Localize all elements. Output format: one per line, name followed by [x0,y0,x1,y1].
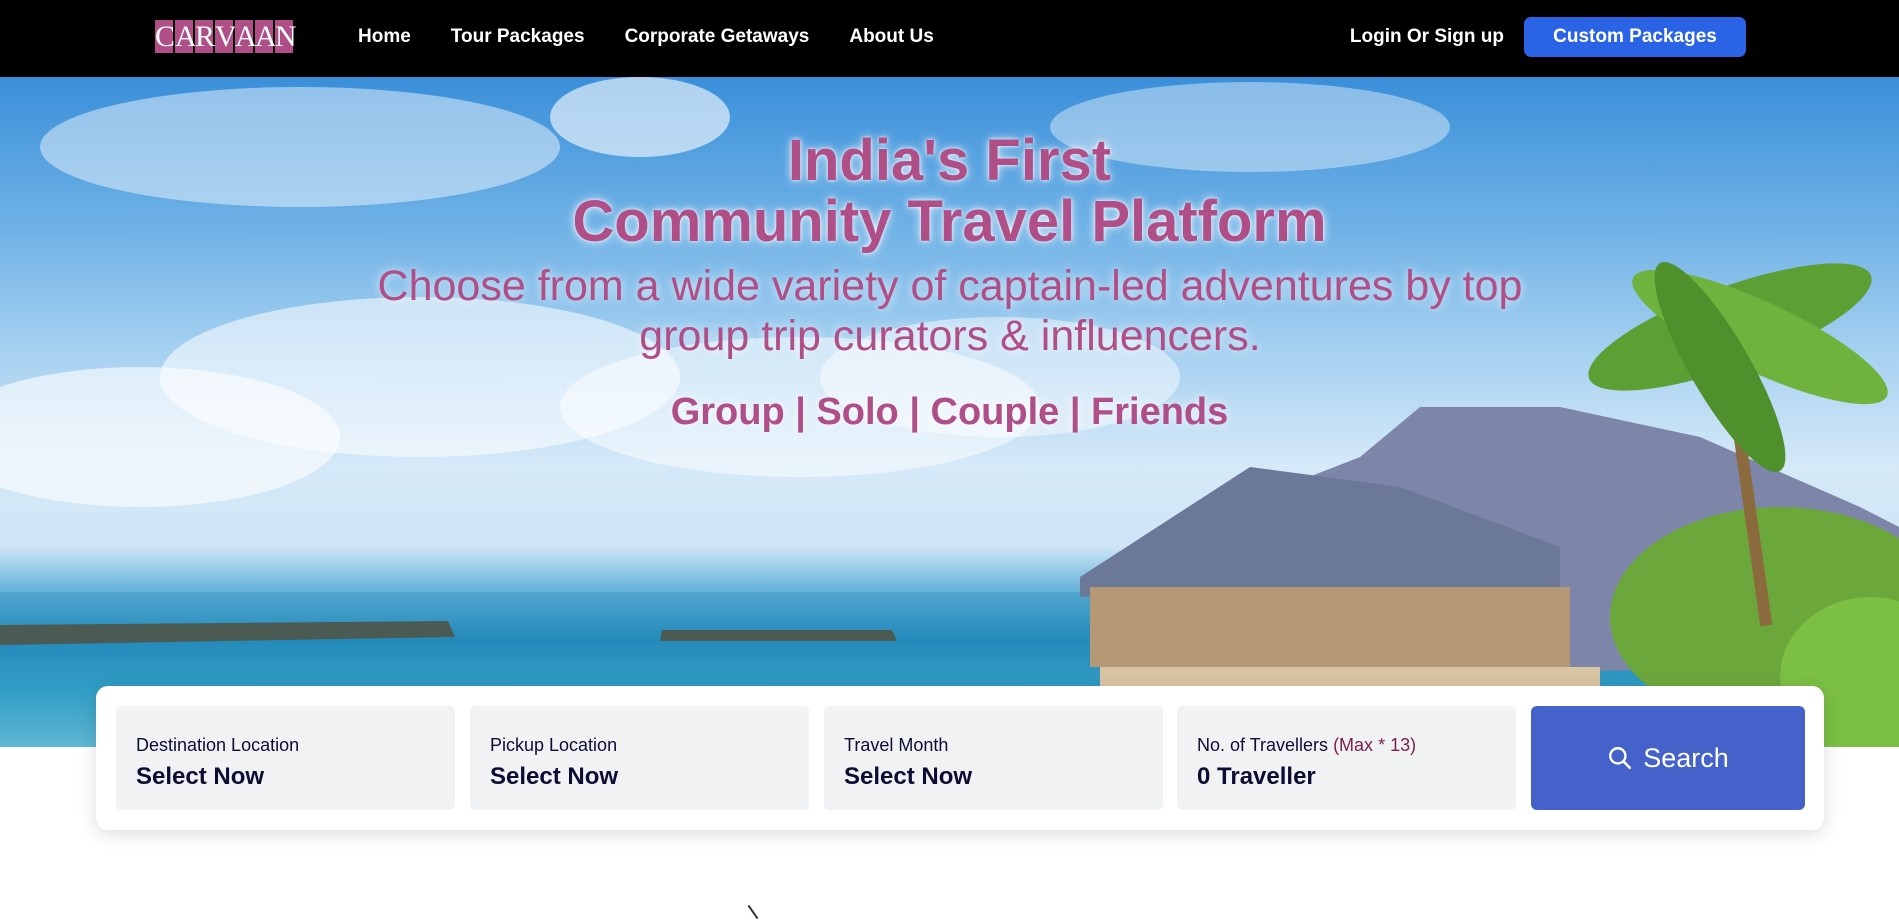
field-value: Select Now [844,763,973,790]
hero-subtitle: Choose from a wide variety of captain-le… [377,262,1523,360]
top-navbar: C A R V A A N Home Tour Packages Corpora… [0,0,1899,77]
hero-title-line2: Community Travel Platform [572,189,1327,254]
main-nav: Home Tour Packages Corporate Getaways Ab… [358,26,934,48]
logo-letter: A [175,20,197,53]
logo-letter: R [195,20,216,53]
carvaan-logo[interactable]: C A R V A A N [155,20,297,53]
logo-letter: A [255,20,277,53]
login-signup-link[interactable]: Login Or Sign up [1350,26,1504,48]
logo-letter: N [275,20,297,53]
nav-link-home[interactable]: Home [358,26,411,48]
pickup-location-field[interactable]: Pickup Location Select Now [470,706,809,810]
decorative-mark [747,904,759,920]
search-button-label: Search [1643,742,1729,773]
field-value: Select Now [136,763,265,790]
travellers-count-field[interactable]: No. of Travellers (Max * 13) 0 Traveller [1177,706,1516,810]
destination-location-field[interactable]: Destination Location Select Now [116,706,455,810]
field-value: Select Now [490,763,619,790]
travel-month-field[interactable]: Travel Month Select Now [824,706,1163,810]
trip-search-card: Destination Location Select Now Pickup L… [96,686,1824,830]
logo-letter: C [155,20,176,53]
field-label: Destination Location [136,735,300,755]
field-label: No. of Travellers (Max * 13) [1197,735,1416,756]
logo-letter: A [235,20,257,53]
search-button[interactable]: Search [1531,706,1805,810]
hero-title-line1: India's First [787,128,1112,193]
custom-packages-button[interactable]: Custom Packages [1524,17,1746,57]
logo-letter: V [215,20,237,53]
max-travellers-note: (Max * 13) [1333,735,1417,755]
nav-link-corporate-getaways[interactable]: Corporate Getaways [625,26,810,48]
search-icon [1609,747,1632,770]
nav-link-about-us[interactable]: About Us [849,26,933,48]
field-label: Pickup Location [490,735,618,755]
hero-trip-types: Group | Solo | Couple | Friends [670,391,1229,433]
nav-link-tour-packages[interactable]: Tour Packages [451,26,585,48]
hero-banner: India's First Community Travel Platform … [0,77,1899,747]
field-label: Travel Month [844,735,949,755]
field-value: 0 Traveller [1197,763,1316,790]
field-label-text: No. of Travellers [1197,735,1329,755]
